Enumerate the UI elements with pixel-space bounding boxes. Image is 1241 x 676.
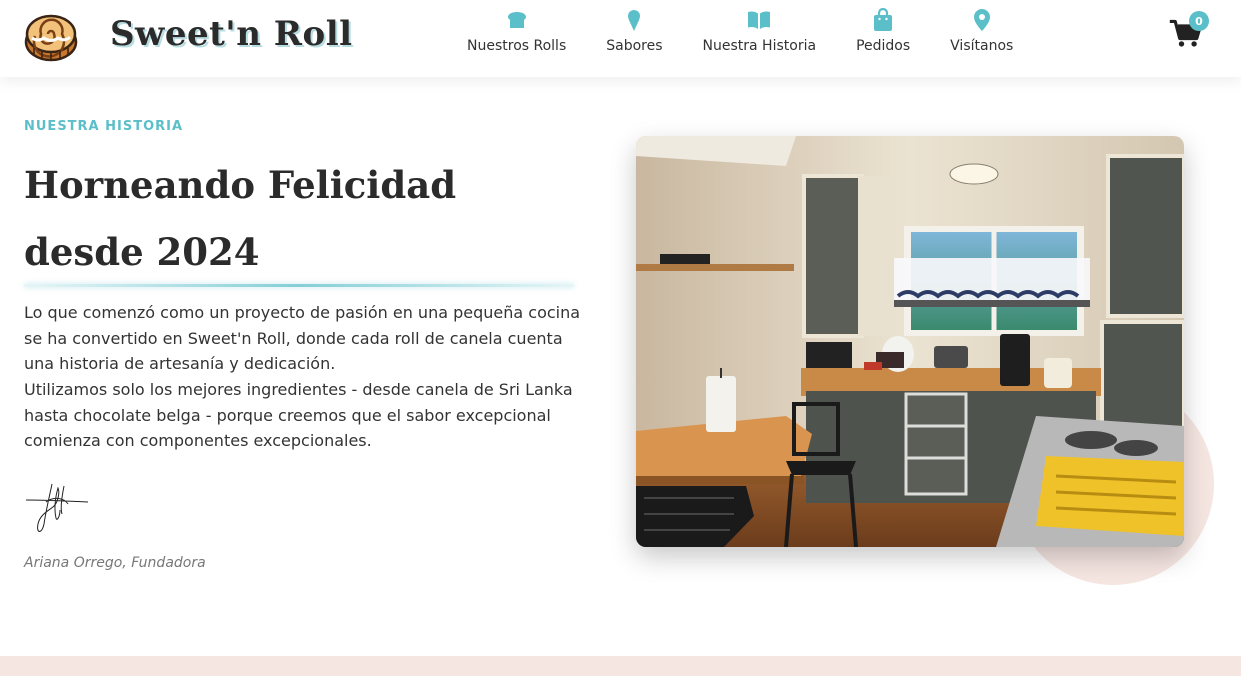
nav-sabores[interactable]: Sabores xyxy=(586,8,682,68)
ice-cream-icon xyxy=(628,10,641,31)
nav-label: Nuestra Historia xyxy=(702,38,817,54)
site-header: Sweet'n Roll Nuestros Rolls Sabores Nues… xyxy=(0,0,1241,77)
nav-nuestra-historia[interactable]: Nuestra Historia xyxy=(683,8,837,68)
map-pin-icon xyxy=(973,9,990,31)
nav-label: Visítanos xyxy=(950,38,1014,54)
nav-pedidos[interactable]: Pedidos xyxy=(836,8,930,68)
book-icon xyxy=(748,11,771,29)
brand-name[interactable]: Sweet'n Roll xyxy=(110,14,353,54)
founder-caption: Ariana Orrego, Fundadora xyxy=(24,555,206,571)
main-nav: Nuestros Rolls Sabores Nuestra Historia … xyxy=(447,8,1033,68)
founder-signature xyxy=(25,483,89,532)
nav-visitanos[interactable]: Visítanos xyxy=(930,8,1033,68)
cinnamon-roll-icon[interactable] xyxy=(24,12,78,62)
nav-label: Nuestros Rolls xyxy=(467,38,567,54)
section-eyebrow: NUESTRA HISTORIA xyxy=(24,119,184,134)
page-title: Horneando Felicidad desde 2024 xyxy=(24,163,457,274)
nav-label: Sabores xyxy=(606,38,663,54)
shopping-bag-icon xyxy=(874,8,893,31)
nav-nuestros-rolls[interactable]: Nuestros Rolls xyxy=(447,8,586,68)
story-paragraph: Utilizamos solo los mejores ingredientes… xyxy=(24,380,573,450)
story-paragraph: Lo que comenzó como un proyecto de pasió… xyxy=(24,303,581,373)
nav-label: Pedidos xyxy=(856,38,911,54)
cart-count-badge: 0 xyxy=(1189,11,1209,31)
cart-button[interactable]: 0 xyxy=(1168,11,1209,54)
kitchen-photo xyxy=(636,136,1184,547)
title-underline-divider xyxy=(24,284,574,287)
next-section-band xyxy=(0,656,1241,676)
bread-icon xyxy=(507,12,526,28)
